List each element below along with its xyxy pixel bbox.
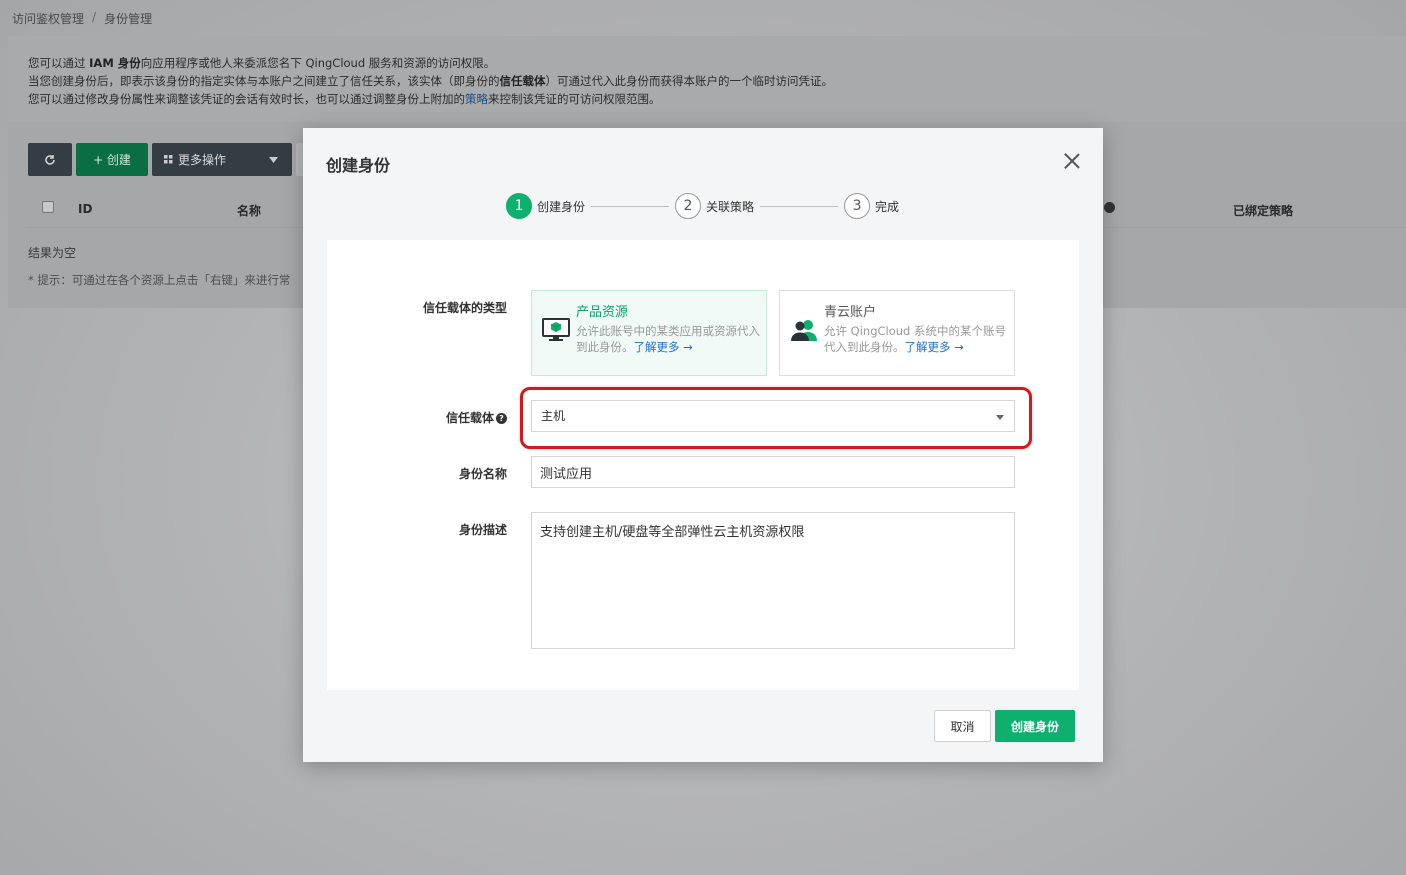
trust-carrier-value: 主机 <box>541 409 566 423</box>
breadcrumb-item-iam[interactable]: 访问鉴权管理 <box>12 10 84 27</box>
refresh-button[interactable] <box>28 143 72 176</box>
step-connector <box>591 205 670 207</box>
toolbar: + 创建 更多操作 <box>28 143 308 176</box>
step-2-number: 2 <box>675 193 702 219</box>
breadcrumb-item-identity: 身份管理 <box>104 12 153 26</box>
step-indicator: 1 创建身份 2 关联策略 3 完成 <box>506 193 899 219</box>
learn-more-link[interactable]: 了解更多 → <box>905 340 964 354</box>
step-1-number: 1 <box>506 193 532 219</box>
step-2: 2 关联策略 <box>675 193 754 219</box>
type-card-qingcloud-account[interactable]: 青云账户 允许 QingCloud 系统中的某个账号代入到此身份。了解更多 → <box>779 290 1015 376</box>
cancel-button[interactable]: 取消 <box>934 710 991 742</box>
help-icon[interactable] <box>1104 202 1115 216</box>
select-all-checkbox[interactable] <box>42 201 54 216</box>
identity-name-label: 身份名称 <box>458 467 507 481</box>
create-identity-button[interactable]: 创建身份 <box>995 710 1075 742</box>
info-line-2: 当您创建身份后，即表示该身份的指定实体与本账户之间建立了信任关系，该实体（即身份… <box>28 74 833 88</box>
policy-link[interactable]: 策略 <box>465 92 488 106</box>
dialog-title: 创建身份 <box>326 156 391 175</box>
info-box: 您可以通过 IAM 身份向应用程序或他人来委派您名下 QingCloud 服务和… <box>8 36 1406 122</box>
close-icon[interactable] <box>1063 152 1081 170</box>
info-line-1: 您可以通过 IAM 身份向应用程序或他人来委派您名下 QingCloud 服务和… <box>28 56 496 70</box>
column-id[interactable]: ID <box>78 202 92 216</box>
info-line-3: 您可以通过修改身份属性来调整该凭证的会话有效时长，也可以通过调整身份上附加的策略… <box>28 92 661 106</box>
identity-desc-textarea[interactable]: 支持创建主机/硬盘等全部弹性云主机资源权限 <box>531 512 1015 649</box>
column-policy[interactable]: 已绑定策略 <box>1233 202 1293 219</box>
more-actions-button[interactable]: 更多操作 <box>152 143 292 176</box>
breadcrumb-separator: / <box>92 10 97 24</box>
create-button[interactable]: + 创建 <box>76 143 148 176</box>
step-1-label: 创建身份 <box>537 199 586 214</box>
form-card: 信任载体的类型 产品资源 允许此账号中的某类应用或资源代入到此身份。了解更多 →… <box>327 240 1079 690</box>
trust-carrier-label: 信任载体? <box>327 409 507 426</box>
breadcrumb: 访问鉴权管理 / 身份管理 <box>12 10 152 27</box>
step-3-number: 3 <box>844 193 871 219</box>
step-3: 3 完成 <box>844 193 899 219</box>
type-card-desc: 允许 QingCloud 系统中的某个账号代入到此身份。了解更多 → <box>824 324 1006 354</box>
trust-type-label: 信任载体的类型 <box>422 301 507 315</box>
learn-more-link[interactable]: 了解更多 → <box>634 340 693 354</box>
users-icon <box>791 320 817 341</box>
more-actions-label: 更多操作 <box>178 153 227 167</box>
step-1: 1 创建身份 <box>506 193 585 219</box>
grid-icon <box>164 155 173 164</box>
identity-desc-label: 身份描述 <box>458 523 507 537</box>
trust-carrier-select[interactable]: 主机 <box>531 400 1015 432</box>
type-card-title: 产品资源 <box>576 305 629 320</box>
column-name[interactable]: 名称 <box>237 202 261 219</box>
caret-down-icon <box>269 156 278 163</box>
type-card-product-resource[interactable]: 产品资源 允许此账号中的某类应用或资源代入到此身份。了解更多 → <box>531 290 767 376</box>
hint-text: * 提示：可通过在各个资源上点击「右键」来进行常 <box>28 273 291 287</box>
type-card-desc: 允许此账号中的某类应用或资源代入到此身份。了解更多 → <box>576 324 760 354</box>
chevron-down-icon <box>996 415 1004 420</box>
empty-result-text: 结果为空 <box>28 246 77 260</box>
refresh-icon <box>45 154 55 165</box>
monitor-cube-icon <box>542 318 570 341</box>
step-2-label: 关联策略 <box>706 199 755 214</box>
create-identity-dialog: 创建身份 1 创建身份 2 关联策略 3 完成 信任载体的类型 产品资源 允许此… <box>303 128 1103 762</box>
step-3-label: 完成 <box>875 199 900 214</box>
question-icon[interactable]: ? <box>496 413 507 424</box>
identity-name-input[interactable] <box>531 456 1015 488</box>
type-card-title: 青云账户 <box>824 305 877 320</box>
step-connector <box>760 205 839 207</box>
